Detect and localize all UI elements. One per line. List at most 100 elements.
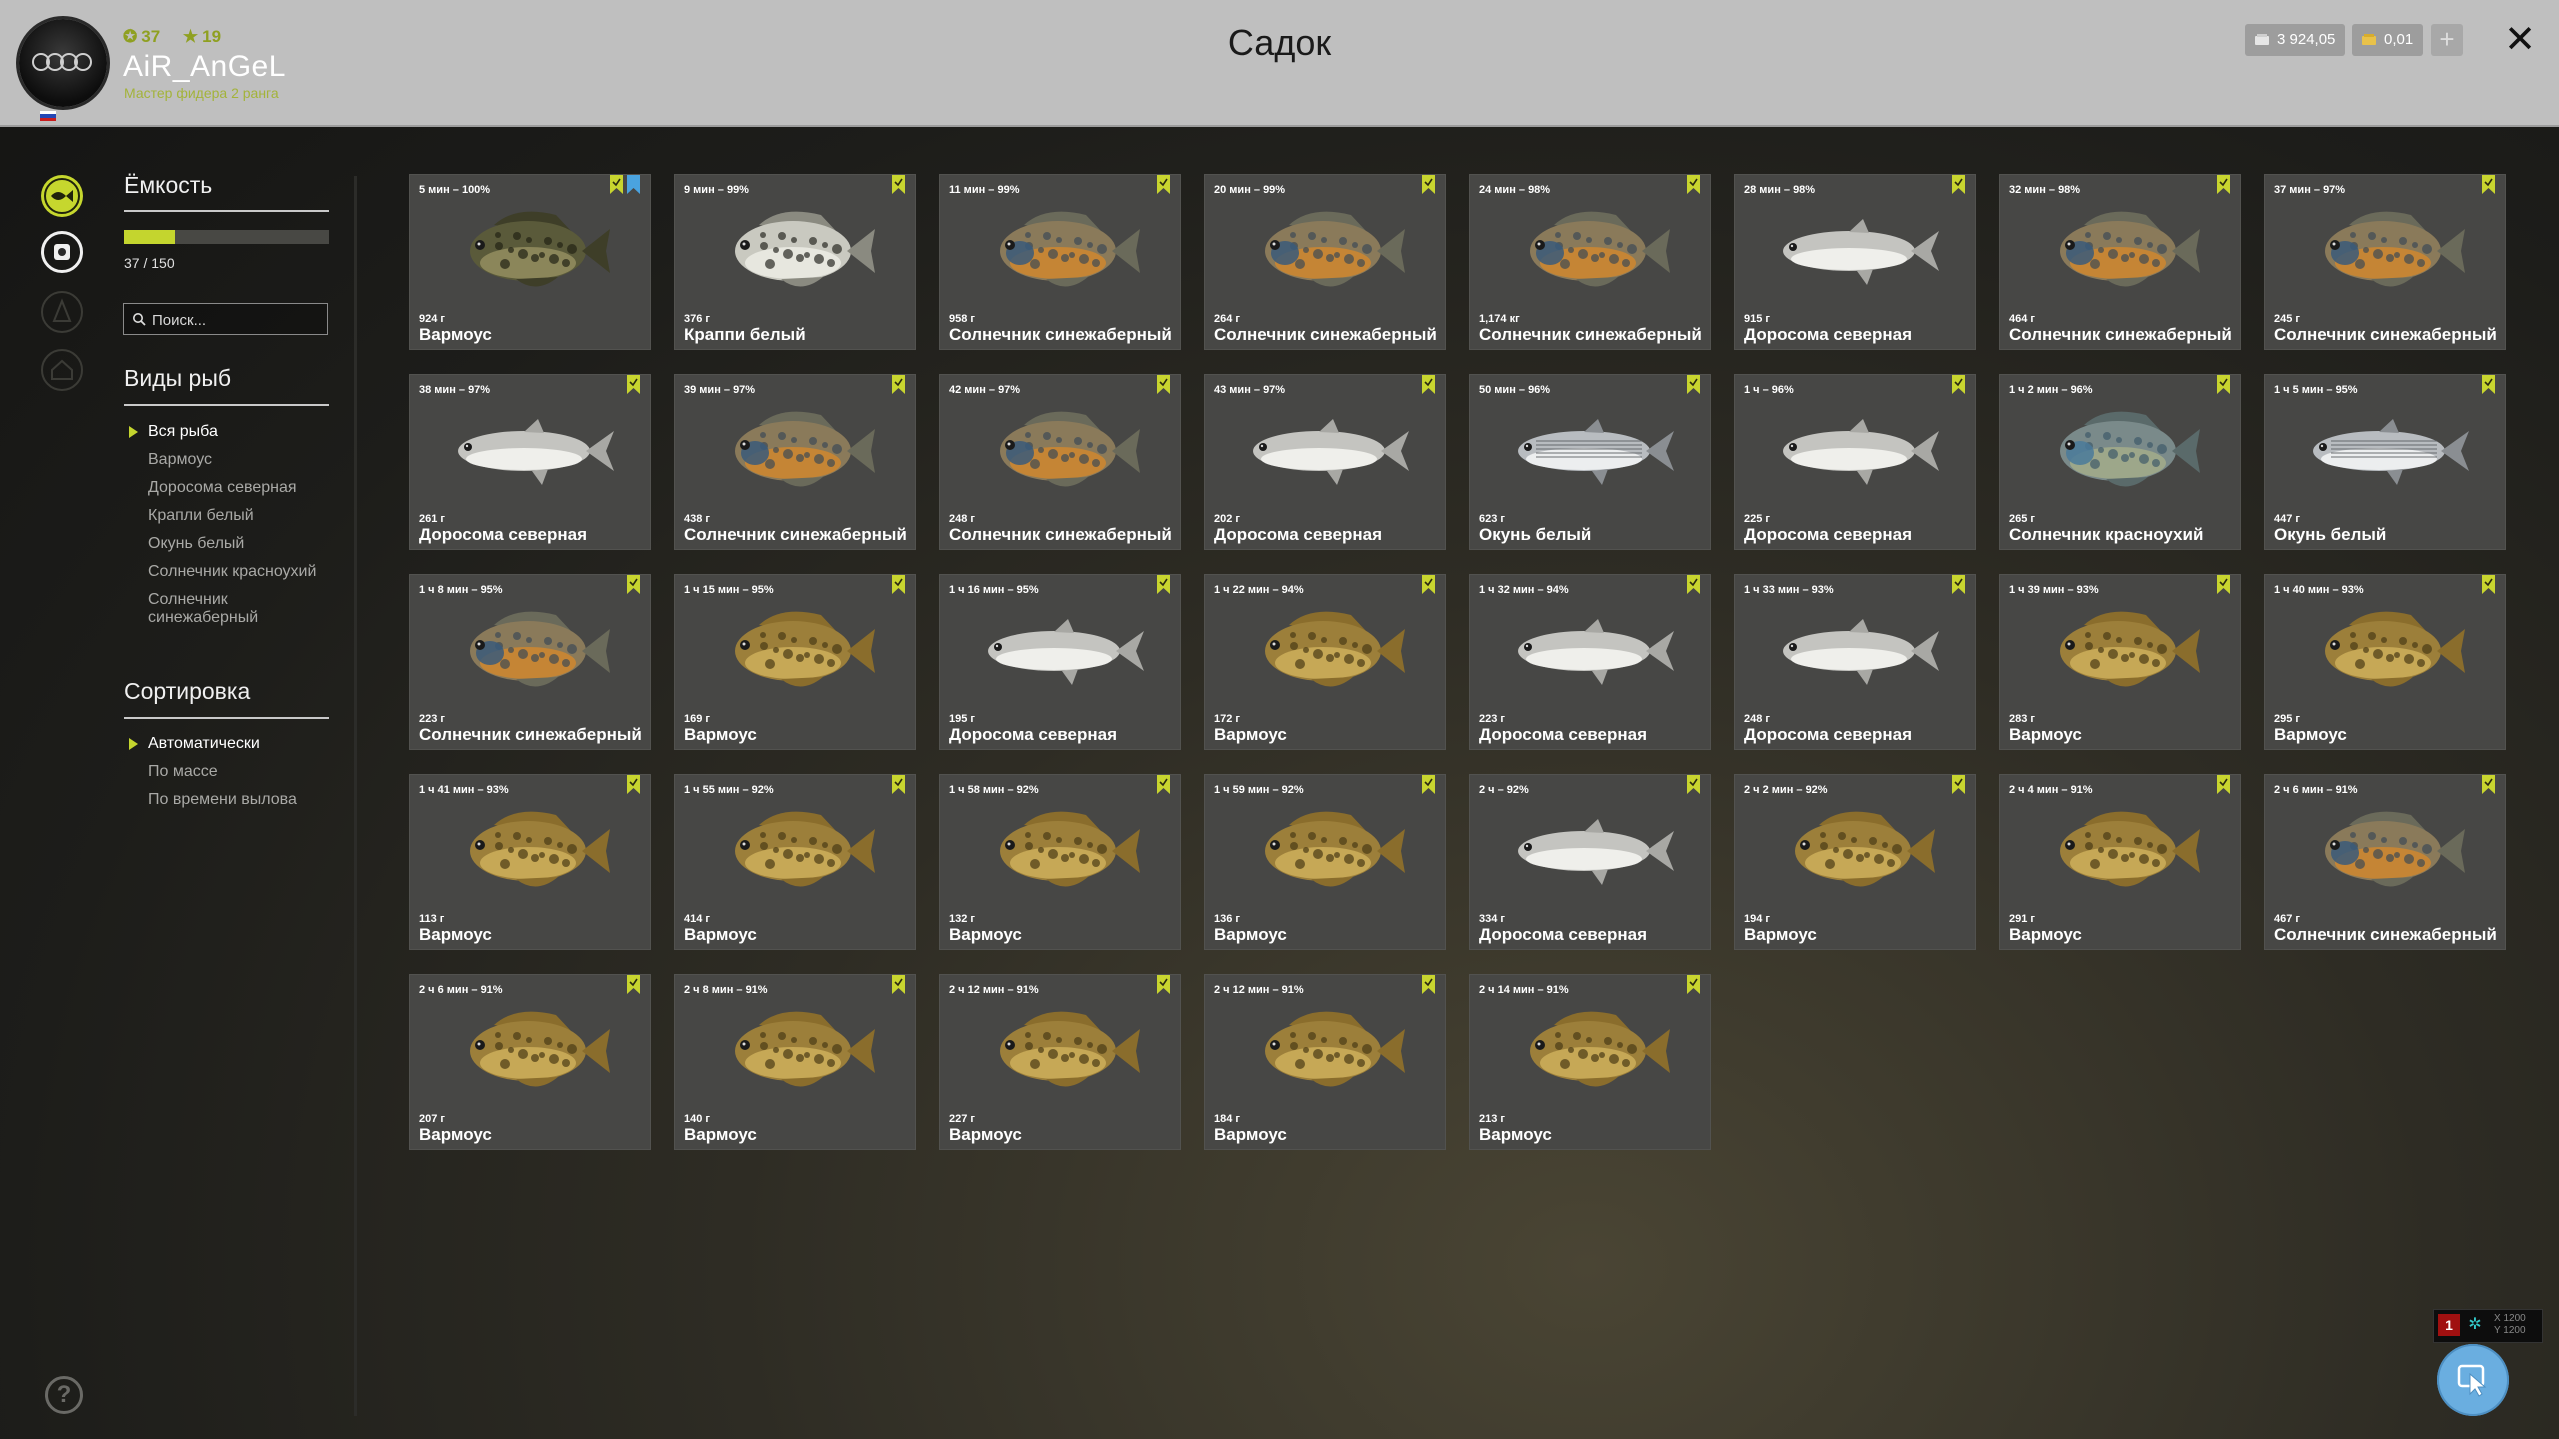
- fish-card[interactable]: 43 мин – 97% 202 г Доросома северная: [1204, 374, 1446, 550]
- bookmark-icon[interactable]: [892, 974, 905, 994]
- fish-card[interactable]: 38 мин – 97% 261 г Доросома северная: [409, 374, 651, 550]
- species-filter-option[interactable]: Солнечник красноухий: [148, 563, 318, 581]
- fish-card[interactable]: 2 ч 6 мин – 91% 207 г Вармоус: [409, 974, 651, 1150]
- close-button[interactable]: ✕: [2500, 20, 2540, 60]
- bookmark-icon[interactable]: [1687, 574, 1700, 594]
- fish-card[interactable]: 39 мин – 97% 438 г Солнечник синежаберный: [674, 374, 916, 550]
- fish-card[interactable]: 1 ч 58 мин – 92% 132 г Вармоус: [939, 774, 1181, 950]
- fish-card[interactable]: 2 ч 2 мин – 92% 194 г Вармоус: [1734, 774, 1976, 950]
- fish-card[interactable]: 37 мин – 97% 245 г Солнечник синежаберный: [2264, 174, 2506, 350]
- bookmark-icon[interactable]: [892, 374, 905, 394]
- bookmark-icon[interactable]: [2217, 374, 2230, 394]
- fish-card[interactable]: 42 мин – 97% 248 г Солнечник синежаберный: [939, 374, 1181, 550]
- bookmark-icon[interactable]: [2482, 774, 2495, 794]
- bookmark-icon[interactable]: [1687, 774, 1700, 794]
- fish-card[interactable]: 2 ч 6 мин – 91% 467 г Солнечник синежаберн…: [2264, 774, 2506, 950]
- species-filter-option[interactable]: Солнечник синежаберный: [148, 591, 318, 627]
- bookmark-icon[interactable]: [1422, 174, 1435, 194]
- fish-card[interactable]: 1 ч 5 мин – 95% 447 г Окунь белый: [2264, 374, 2506, 550]
- bookmark-icon[interactable]: [2482, 574, 2495, 594]
- add-currency-button[interactable]: +: [2431, 24, 2463, 56]
- bookmark-icon[interactable]: [892, 574, 905, 594]
- bookmark-icon[interactable]: [1157, 774, 1170, 794]
- bookmark-icon[interactable]: [627, 174, 640, 194]
- species-filter-option[interactable]: Вармоус: [148, 451, 318, 469]
- bookmark-icon[interactable]: [1157, 974, 1170, 994]
- nav-catch[interactable]: [41, 231, 83, 273]
- bookmark-icon[interactable]: [627, 374, 640, 394]
- fish-card[interactable]: 1 ч 32 мин – 94% 223 г Доросома северная: [1469, 574, 1711, 750]
- fish-card[interactable]: 1 ч 16 мин – 95% 195 г Доросома северная: [939, 574, 1181, 750]
- bookmark-icon[interactable]: [1952, 374, 1965, 394]
- fish-card[interactable]: 50 мин – 96% 623 г Окунь белый: [1469, 374, 1711, 550]
- fish-card[interactable]: 1 ч 2 мин – 96% 265 г Солнечник красноухий: [1999, 374, 2241, 550]
- search-input[interactable]: [150, 306, 324, 334]
- fish-card[interactable]: 1 ч 22 мин – 94% 172 г Вармоус: [1204, 574, 1446, 750]
- species-filter-option[interactable]: Вся рыба: [129, 423, 318, 441]
- bookmark-icon[interactable]: [1157, 174, 1170, 194]
- species-filter-option[interactable]: Окунь белый: [148, 535, 318, 553]
- fish-card[interactable]: 2 ч 12 мин – 91% 227 г Вармоус: [939, 974, 1181, 1150]
- fish-card[interactable]: 2 ч 4 мин – 91% 291 г Вармоус: [1999, 774, 2241, 950]
- sort-option[interactable]: По времени вылова: [148, 791, 318, 809]
- cursor-mode-button[interactable]: [2437, 1344, 2509, 1416]
- fish-card[interactable]: 1 ч 15 мин – 95% 169 г Вармоус: [674, 574, 916, 750]
- gold-balance[interactable]: 0,01: [2352, 24, 2424, 56]
- fish-card[interactable]: 1 ч 41 мин – 93% 113 г Вармоус: [409, 774, 651, 950]
- fish-card[interactable]: 1 ч – 96% 225 г Доросома северная: [1734, 374, 1976, 550]
- fish-card[interactable]: 5 мин – 100% 924 г Вармоус: [409, 174, 651, 350]
- fish-card[interactable]: 1 ч 55 мин – 92% 414 г Вармоус: [674, 774, 916, 950]
- bookmark-icon[interactable]: [1157, 574, 1170, 594]
- bookmark-icon[interactable]: [1157, 374, 1170, 394]
- sort-option[interactable]: Автоматически: [129, 735, 318, 753]
- species-filter-option[interactable]: Крапли белый: [148, 507, 318, 525]
- bookmark-icon[interactable]: [892, 174, 905, 194]
- fish-card[interactable]: 2 ч 8 мин – 91% 140 г Вармоус: [674, 974, 916, 1150]
- bookmark-icon[interactable]: [2482, 174, 2495, 194]
- fish-card[interactable]: 1 ч 39 мин – 93% 283 г Вармоус: [1999, 574, 2241, 750]
- bookmark-icon[interactable]: [1687, 374, 1700, 394]
- fish-card[interactable]: 2 ч 14 мин – 91% 213 г Вармоус: [1469, 974, 1711, 1150]
- fish-card[interactable]: 11 мин – 99% 958 г Солнечник синежаберный: [939, 174, 1181, 350]
- fish-card[interactable]: 20 мин – 99% 264 г Солнечник синежаберный: [1204, 174, 1446, 350]
- fish-card[interactable]: 1 ч 40 мин – 93% 295 г Вармоус: [2264, 574, 2506, 750]
- nav-home[interactable]: [41, 349, 83, 391]
- bookmark-icon[interactable]: [2217, 574, 2230, 594]
- bookmark-icon[interactable]: [892, 774, 905, 794]
- bookmark-icon[interactable]: [1952, 174, 1965, 194]
- fish-card[interactable]: 1 ч 8 мин – 95% 223 г Солнечник синежаберн…: [409, 574, 651, 750]
- fish-card[interactable]: 28 мин – 98% 915 г Доросома северная: [1734, 174, 1976, 350]
- bookmark-icon[interactable]: [1952, 574, 1965, 594]
- fish-card[interactable]: 2 ч 12 мин – 91% 184 г Вармоус: [1204, 974, 1446, 1150]
- fish-card[interactable]: 1 ч 33 мин – 93% 248 г Доросома северная: [1734, 574, 1976, 750]
- bookmark-icon[interactable]: [610, 174, 623, 194]
- search-box[interactable]: [123, 303, 328, 335]
- bookmark-icon[interactable]: [2217, 774, 2230, 794]
- bookmark-icon[interactable]: [2217, 174, 2230, 194]
- bookmark-icon[interactable]: [1952, 774, 1965, 794]
- help-button[interactable]: ?: [45, 1376, 83, 1414]
- bookmark-icon[interactable]: [1687, 974, 1700, 994]
- fish-name: Солнечник синежаберный: [2009, 325, 2232, 344]
- bookmark-icon[interactable]: [1422, 974, 1435, 994]
- nav-camp[interactable]: [41, 291, 83, 333]
- fish-image: [1518, 819, 1674, 885]
- bookmark-icon[interactable]: [627, 574, 640, 594]
- fish-card[interactable]: 24 мин – 98% 1,174 кг Солнечник синежаберн…: [1469, 174, 1711, 350]
- bookmark-icon[interactable]: [1422, 374, 1435, 394]
- fish-card[interactable]: 32 мин – 98% 464 г Солнечник синежаберный: [1999, 174, 2241, 350]
- bookmark-icon[interactable]: [1687, 174, 1700, 194]
- bookmark-icon[interactable]: [2482, 374, 2495, 394]
- fish-name: Доросома северная: [1744, 525, 1913, 544]
- species-filter-option[interactable]: Доросома северная: [148, 479, 318, 497]
- sort-option[interactable]: По массе: [148, 763, 318, 781]
- bookmark-icon[interactable]: [1422, 574, 1435, 594]
- silver-balance[interactable]: 3 924,05: [2245, 24, 2346, 56]
- bookmark-icon[interactable]: [627, 774, 640, 794]
- bookmark-icon[interactable]: [627, 974, 640, 994]
- fish-card[interactable]: 9 мин – 99% 376 г Краппи белый: [674, 174, 916, 350]
- nav-keepnet[interactable]: [41, 175, 83, 217]
- fish-card[interactable]: 2 ч – 92% 334 г Доросома северная: [1469, 774, 1711, 950]
- bookmark-icon[interactable]: [1422, 774, 1435, 794]
- fish-card[interactable]: 1 ч 59 мин – 92% 136 г Вармоус: [1204, 774, 1446, 950]
